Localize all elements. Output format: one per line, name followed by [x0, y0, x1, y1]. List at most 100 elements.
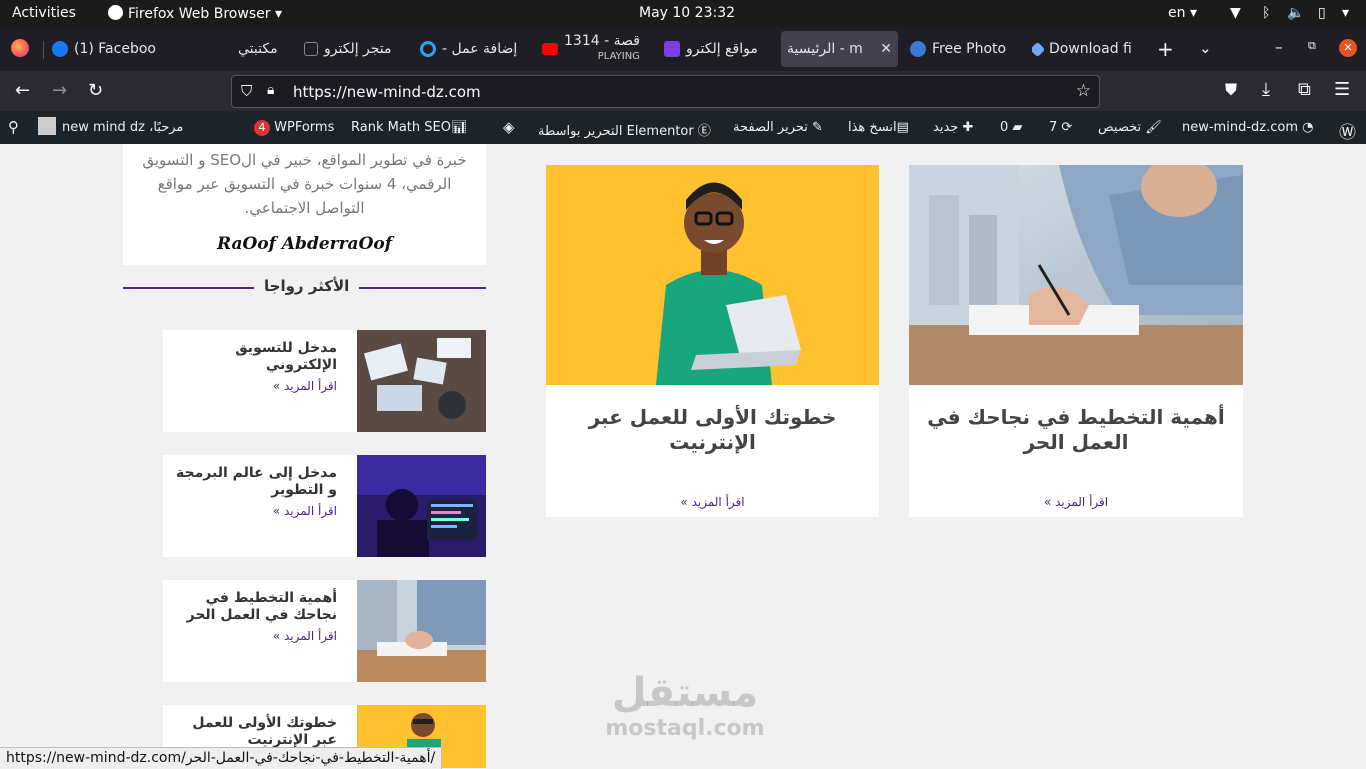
- minimize-icon[interactable]: –: [1275, 38, 1283, 56]
- menu-icon[interactable]: ☰: [1334, 79, 1350, 100]
- battery-icon[interactable]: ▯: [1318, 5, 1326, 21]
- tab-home-active[interactable]: الرئيسية - m ✕: [781, 31, 898, 67]
- wp-admin-bar: Ⓦ new-mind-dz.com ◔ تخصيص 🖌︎ 7 ⟳ 0 ▰ جدي…: [0, 111, 1366, 144]
- post-title[interactable]: مدخل للتسويق الإلكتروني: [167, 340, 337, 374]
- photo-site-icon: [910, 41, 926, 57]
- volume-icon[interactable]: 🔈: [1287, 5, 1304, 21]
- author-bio: خبرة في تطوير المواقع، خبير في الSEO و ا…: [142, 151, 467, 217]
- close-tab-icon[interactable]: ✕: [880, 41, 892, 57]
- wpforms-label: WPForms: [274, 120, 335, 135]
- popular-post[interactable]: مدخل إلى عالم البرمجة و التطوير اقرأ الم…: [163, 455, 486, 557]
- search-icon[interactable]: ⚲: [8, 118, 19, 136]
- tab-label: Free Photo: [932, 41, 1007, 57]
- list-all-tabs-icon[interactable]: ⌄: [1199, 39, 1212, 57]
- tab-playing-label: PLAYING: [597, 51, 640, 62]
- post-thumbnail[interactable]: [357, 580, 486, 682]
- account-link[interactable]: مرحبًا، new mind dz: [38, 117, 183, 135]
- tab-label: متجر إلكترو: [324, 41, 392, 57]
- close-window-icon[interactable]: ✕: [1339, 39, 1357, 57]
- maximize-icon[interactable]: ⧉: [1308, 39, 1316, 53]
- updates-link[interactable]: 7 ⟳: [1049, 120, 1072, 135]
- edit-page-link[interactable]: تحرير الصفحة ✎: [733, 120, 823, 135]
- lock-icon[interactable]: 🔒︎: [267, 82, 274, 98]
- brush-icon: 🖌︎: [1145, 120, 1162, 135]
- tab-free-photo[interactable]: Free Photo: [910, 31, 1016, 67]
- copy-page-link[interactable]: انسخ هذا▤: [848, 120, 909, 135]
- activities-button[interactable]: Activities: [12, 5, 76, 21]
- tab-youtube[interactable]: 1314 - قصة PLAYING: [542, 31, 652, 67]
- forward-icon[interactable]: →: [52, 80, 67, 101]
- popular-post[interactable]: مدخل للتسويق الإلكتروني اقرأ المزيد »: [163, 330, 486, 432]
- app-menu[interactable]: Firefox Web Browser ▾: [108, 5, 282, 22]
- rank-math-link[interactable]: Rank Math SEO📊︎: [351, 120, 467, 135]
- greeting-label: مرحبًا، new mind dz: [62, 120, 184, 135]
- tab-online-store[interactable]: متجر إلكترو: [298, 31, 402, 67]
- post-card-title[interactable]: خطوتك الأولى للعمل عبر الإنترنيت: [556, 405, 869, 455]
- post-card-title[interactable]: أهمية التخطيط في نجاحك في العمل الحر: [919, 405, 1233, 455]
- page-content: خبرة في تطوير المواقع، خبير في الSEO و ا…: [0, 144, 1366, 768]
- system-menu-chevron-icon[interactable]: ▾: [1342, 5, 1349, 21]
- chevron-down-icon: ▾: [1189, 5, 1197, 21]
- read-more-link[interactable]: اقرأ المزيد »: [546, 495, 879, 509]
- laptop-man-image: [546, 165, 879, 385]
- wifi-icon[interactable]: ▼: [1230, 5, 1241, 21]
- popular-post[interactable]: أهمية التخطيط في نجاحك في العمل الحر اقر…: [163, 580, 486, 682]
- post-card[interactable]: أهمية التخطيط في نجاحك في العمل الحر اقر…: [909, 165, 1243, 517]
- post-card-image[interactable]: [909, 165, 1243, 385]
- site-name-link[interactable]: new-mind-dz.com ◔: [1182, 120, 1313, 135]
- tab-my-library[interactable]: مكتبتي: [238, 31, 288, 67]
- firefox-view-icon[interactable]: [11, 39, 29, 57]
- bookmark-star-icon[interactable]: ☆: [1076, 81, 1091, 101]
- tab-websites[interactable]: مواقع إلكترو: [664, 31, 774, 67]
- author-box: خبرة في تطوير المواقع، خبير في الSEO و ا…: [123, 144, 486, 265]
- tab-download[interactable]: Download fi: [1032, 31, 1140, 67]
- tab-label: 1314 - قصة: [564, 33, 640, 49]
- planning-image: [357, 580, 486, 682]
- pocket-icon[interactable]: ⛊: [1225, 80, 1237, 100]
- comments-link[interactable]: 0 ▰: [1000, 120, 1022, 135]
- back-icon[interactable]: ←: [15, 80, 30, 101]
- language-switcher[interactable]: en ▾: [1168, 5, 1197, 21]
- read-more-link[interactable]: اقرأ المزيد »: [909, 495, 1243, 509]
- new-tab-icon[interactable]: +: [1157, 37, 1174, 61]
- post-thumbnail[interactable]: [357, 455, 486, 557]
- copy-icon: ▤: [896, 120, 909, 135]
- read-more-link[interactable]: اقرأ المزيد »: [273, 504, 337, 518]
- tab-label: الرئيسية - m: [787, 41, 863, 57]
- extensions-icon[interactable]: ⧉: [1298, 79, 1311, 100]
- read-more-link[interactable]: اقرأ المزيد »: [273, 379, 337, 393]
- post-title[interactable]: أهمية التخطيط في نجاحك في العمل الحر: [167, 590, 337, 624]
- tab-label: مكتبتي: [238, 41, 278, 57]
- diamond-icon[interactable]: ◈: [503, 118, 515, 136]
- wordpress-logo-icon[interactable]: Ⓦ: [1339, 118, 1356, 143]
- reload-icon[interactable]: ↻: [88, 80, 103, 101]
- tab-facebook[interactable]: (1) Faceboo: [52, 31, 160, 67]
- comment-icon: ▰: [1012, 120, 1023, 135]
- post-card[interactable]: خطوتك الأولى للعمل عبر الإنترنيت اقرأ ال…: [546, 165, 879, 517]
- youtube-icon: [542, 43, 558, 55]
- read-more-link[interactable]: اقرأ المزيد »: [273, 629, 337, 643]
- watermark-latin: mostaql.com: [605, 716, 765, 741]
- elementor-label: التحرير بواسطة Elementor: [538, 124, 694, 139]
- customize-link[interactable]: تخصيص 🖌︎: [1098, 120, 1162, 135]
- tab-label: (1) Faceboo: [74, 41, 156, 57]
- elementor-edit-link[interactable]: التحرير بواسطة Elementor Ⓔ: [538, 120, 711, 139]
- url-bar[interactable]: ⛉ 🔒︎ https://new-mind-dz.com ☆: [231, 75, 1100, 108]
- page-icon: [304, 42, 318, 56]
- bluetooth-icon[interactable]: ᛒ: [1262, 5, 1270, 21]
- new-content-link[interactable]: جديد ✚: [933, 120, 973, 135]
- dashboard-icon: ◔: [1302, 120, 1314, 135]
- post-title[interactable]: خطوتك الأولى للعمل عبر الإنترنيت: [167, 715, 337, 749]
- shield-icon[interactable]: ⛉: [241, 82, 252, 100]
- post-card-image[interactable]: [546, 165, 879, 385]
- post-title[interactable]: مدخل إلى عالم البرمجة و التطوير: [167, 465, 337, 499]
- clock[interactable]: May 10 23:32: [639, 5, 735, 21]
- wpforms-link[interactable]: 4 WPForms: [254, 120, 334, 136]
- tab-add-work[interactable]: إضافة عمل -: [420, 31, 530, 67]
- edit-page-label: تحرير الصفحة: [733, 120, 808, 135]
- popular-heading: الأكثر رواجا: [254, 277, 360, 295]
- diamond-icon: [1032, 41, 1046, 57]
- url-text[interactable]: https://new-mind-dz.com: [293, 83, 481, 101]
- post-thumbnail[interactable]: [357, 330, 486, 432]
- downloads-icon[interactable]: ⤓: [1262, 79, 1270, 100]
